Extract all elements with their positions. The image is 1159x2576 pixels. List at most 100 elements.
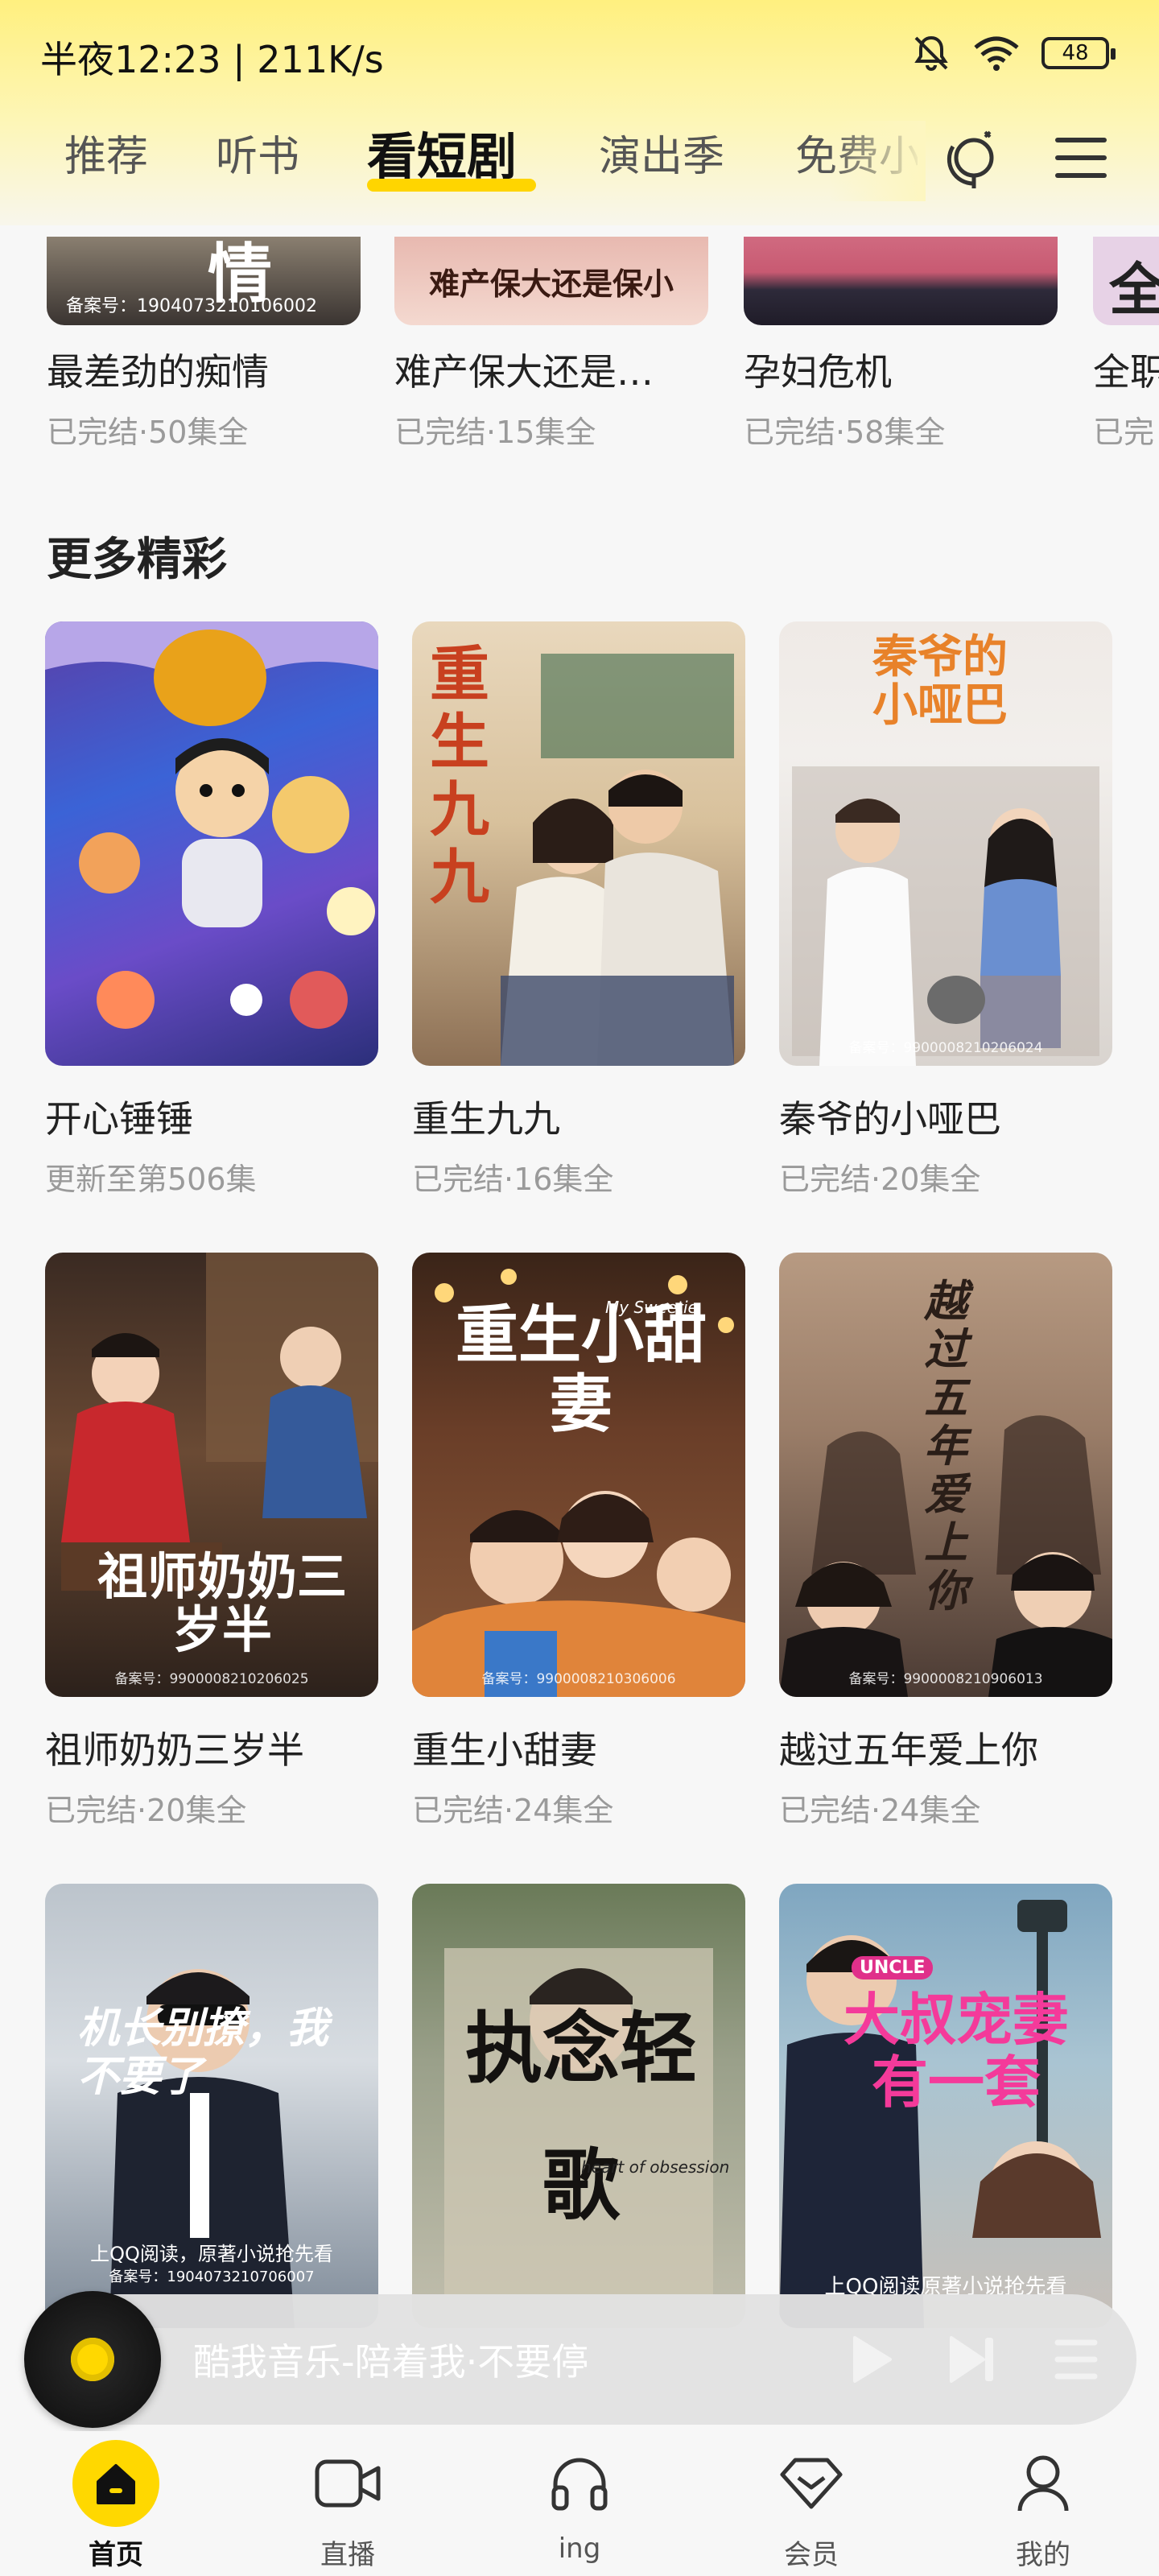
drama-title: 孕妇危机 bbox=[744, 350, 892, 394]
poster-registration: 备案号：9900008210206025 bbox=[114, 1671, 309, 1687]
drama-card[interactable]: 秦爷的小哑巴 备案号：9900008210206024 秦爷的小哑巴 已完结·2… bbox=[779, 621, 1112, 1199]
drama-poster[interactable] bbox=[744, 237, 1058, 325]
drama-title: 全职 bbox=[1093, 350, 1159, 394]
active-tab-indicator bbox=[367, 179, 536, 192]
wifi-icon bbox=[974, 36, 1019, 71]
drama-title: 越过五年爱上你 bbox=[779, 1728, 1038, 1772]
drama-card[interactable]: UNCLE 大叔宠妻有一套 上QQ阅读原著小说抢先看 bbox=[779, 1884, 1112, 2328]
tab-fade bbox=[829, 121, 926, 201]
drama-title: 重生九九 bbox=[412, 1097, 560, 1141]
drama-status: 已完结·24集全 bbox=[779, 1793, 981, 1828]
drama-poster[interactable]: 难产保大还是保小 bbox=[394, 237, 708, 325]
drama-card[interactable]: 执念轻歌 heart of obsession bbox=[412, 1884, 745, 2328]
drama-status: 已完 bbox=[1093, 415, 1155, 446]
poster-figures bbox=[412, 1269, 745, 1697]
poster-registration: 备案号：1904073210106002 bbox=[66, 296, 317, 316]
poster-registration: 备案号：1904073210706007 bbox=[109, 2268, 315, 2285]
poster-registration: 备案号：9900008210306006 bbox=[481, 1671, 676, 1687]
poster-calligraphy: 祖师奶奶三岁半 bbox=[97, 1547, 347, 1659]
status-icons: 48 bbox=[911, 31, 1116, 76]
status-bar: 半夜12:23 | 211K/s 48 bbox=[0, 0, 1159, 105]
status-time: 半夜12:23 | 211K/s bbox=[40, 38, 384, 81]
tab-audiobook[interactable]: 听书 bbox=[216, 121, 299, 193]
drama-card[interactable]: 孕妇危机 已完结·58集全 bbox=[744, 237, 1058, 446]
user-icon bbox=[1017, 2455, 1069, 2512]
drama-status: 更新至第506集 bbox=[45, 1162, 257, 1197]
nav-home[interactable]: 首页 bbox=[35, 2439, 196, 2572]
poster-calligraphy: 执念轻歌 bbox=[465, 2003, 697, 2231]
tab-recommend[interactable]: 推荐 bbox=[64, 121, 148, 193]
drama-card[interactable]: 开心锤锤 更新至第506集 bbox=[45, 621, 378, 1199]
drama-card[interactable]: 难产保大还是保小 难产保大还是… 已完结·15集全 bbox=[394, 237, 708, 446]
drama-title: 开心锤锤 bbox=[45, 1097, 193, 1141]
now-playing-text: 酷我音乐-陪着我·不要停 bbox=[193, 2340, 589, 2384]
nav-live[interactable]: 直播 bbox=[267, 2439, 428, 2572]
poster-registration: 备案号：9900008210206024 bbox=[848, 1040, 1043, 1056]
drama-card[interactable]: 机长别撩，我不要了 上QQ阅读，原著小说抢先看 备案号：190407321070… bbox=[45, 1884, 378, 2328]
voice-search-icon[interactable] bbox=[943, 127, 1004, 192]
nav-home-label: 首页 bbox=[89, 2539, 143, 2571]
top-drama-row: 情 备案号：1904073210106002 最差劲的痴情 已完结·50集全 难… bbox=[0, 237, 1159, 446]
headphones-icon bbox=[551, 2458, 608, 2511]
drama-status: 已完结·20集全 bbox=[779, 1162, 981, 1197]
drama-poster[interactable]: 机长别撩，我不要了 上QQ阅读，原著小说抢先看 备案号：190407321070… bbox=[45, 1884, 378, 2328]
menu-icon[interactable] bbox=[1053, 129, 1109, 187]
nav-live-label: 直播 bbox=[320, 2539, 375, 2571]
drama-status: 已完结·20集全 bbox=[45, 1793, 247, 1828]
drama-card[interactable]: 越过五年爱上你 备案号：9900008210906013 越过五年爱上你 已完结… bbox=[779, 1253, 1112, 1830]
drama-poster[interactable]: 秦爷的小哑巴 备案号：9900008210206024 bbox=[779, 621, 1112, 1066]
drama-poster[interactable]: 全 bbox=[1093, 237, 1159, 325]
mini-music-player[interactable]: 酷我音乐-陪着我·不要停 bbox=[24, 2291, 1136, 2428]
poster-calligraphy: 全 bbox=[1109, 256, 1159, 323]
drama-status: 已完结·15集全 bbox=[394, 415, 596, 446]
nav-vip-label: 会员 bbox=[784, 2539, 839, 2571]
drama-poster[interactable]: 祖师奶奶三岁半 备案号：9900008210206025 bbox=[45, 1253, 378, 1697]
nav-vip[interactable]: 会员 bbox=[731, 2439, 892, 2572]
poster-promo: 上QQ阅读，原著小说抢先看 bbox=[90, 2243, 333, 2265]
drama-status: 已完结·16集全 bbox=[412, 1162, 614, 1197]
drama-title: 重生小甜妻 bbox=[412, 1728, 597, 1772]
drama-title: 祖师奶奶三岁半 bbox=[45, 1728, 304, 1772]
drama-card[interactable]: 全 全职 已完 bbox=[1093, 237, 1159, 446]
drama-status: 已完结·50集全 bbox=[47, 415, 249, 446]
poster-figures bbox=[792, 766, 1099, 1066]
drama-poster[interactable]: 执念轻歌 heart of obsession bbox=[412, 1884, 745, 2328]
mute-bell-icon bbox=[914, 35, 948, 71]
drama-card[interactable]: 情 备案号：1904073210106002 最差劲的痴情 已完结·50集全 bbox=[47, 237, 361, 446]
poster-registration: 备案号：9900008210906013 bbox=[848, 1671, 1043, 1687]
battery-indicator: 48 bbox=[1041, 37, 1116, 69]
drama-title: 难产保大还是… bbox=[394, 350, 654, 394]
drama-poster[interactable]: 越过五年爱上你 备案号：9900008210906013 bbox=[779, 1253, 1112, 1697]
drama-card[interactable]: 祖师奶奶三岁半 备案号：9900008210206025 祖师奶奶三岁半 已完结… bbox=[45, 1253, 378, 1830]
nav-ing-label: ing bbox=[558, 2533, 601, 2565]
drama-poster[interactable] bbox=[45, 621, 378, 1066]
drama-title: 最差劲的痴情 bbox=[47, 350, 269, 394]
play-icon[interactable] bbox=[840, 2331, 897, 2388]
nav-ing[interactable]: ing bbox=[499, 2439, 660, 2565]
diamond-icon bbox=[780, 2458, 843, 2509]
playlist-icon[interactable] bbox=[1046, 2331, 1103, 2388]
poster-caption: 难产保大还是保小 bbox=[428, 266, 674, 302]
bottom-navigation: 首页 直播 ing 会员 我的 bbox=[0, 2431, 1159, 2576]
nav-profile[interactable]: 我的 bbox=[963, 2439, 1124, 2572]
drama-poster[interactable]: 情 备案号：1904073210106002 bbox=[47, 237, 361, 325]
nav-profile-label: 我的 bbox=[1016, 2539, 1070, 2571]
next-track-icon[interactable] bbox=[943, 2331, 1000, 2388]
album-disc-icon[interactable] bbox=[24, 2291, 161, 2428]
drama-status: 已完结·58集全 bbox=[744, 415, 946, 446]
drama-card[interactable]: 重生九九 重生九九 已完结·16集全 bbox=[412, 621, 745, 1199]
poster-figures bbox=[501, 654, 734, 1066]
drama-status: 已完结·24集全 bbox=[412, 1793, 614, 1828]
drama-poster[interactable]: 重生九九 bbox=[412, 621, 745, 1066]
poster-badge: UNCLE bbox=[852, 1956, 934, 1979]
drama-poster[interactable]: 重生小甜妻 My Sweetie 备案号：9900008210306006 bbox=[412, 1253, 745, 1697]
poster-subtitle: heart of obsession bbox=[581, 2157, 730, 2177]
drama-poster[interactable]: UNCLE 大叔宠妻有一套 上QQ阅读原著小说抢先看 bbox=[779, 1884, 1112, 2328]
drama-title: 秦爷的小哑巴 bbox=[779, 1097, 1001, 1141]
poster-figures bbox=[779, 1415, 1112, 1697]
drama-card[interactable]: 重生小甜妻 My Sweetie 备案号：9900008210306006 重生… bbox=[412, 1253, 745, 1830]
tab-performance-season[interactable]: 演出季 bbox=[599, 121, 724, 193]
poster-calligraphy: 机长别撩，我不要了 bbox=[77, 2004, 329, 2101]
poster-calligraphy: 大叔宠妻有一套 bbox=[843, 1986, 1069, 2116]
video-camera-icon bbox=[315, 2459, 381, 2508]
